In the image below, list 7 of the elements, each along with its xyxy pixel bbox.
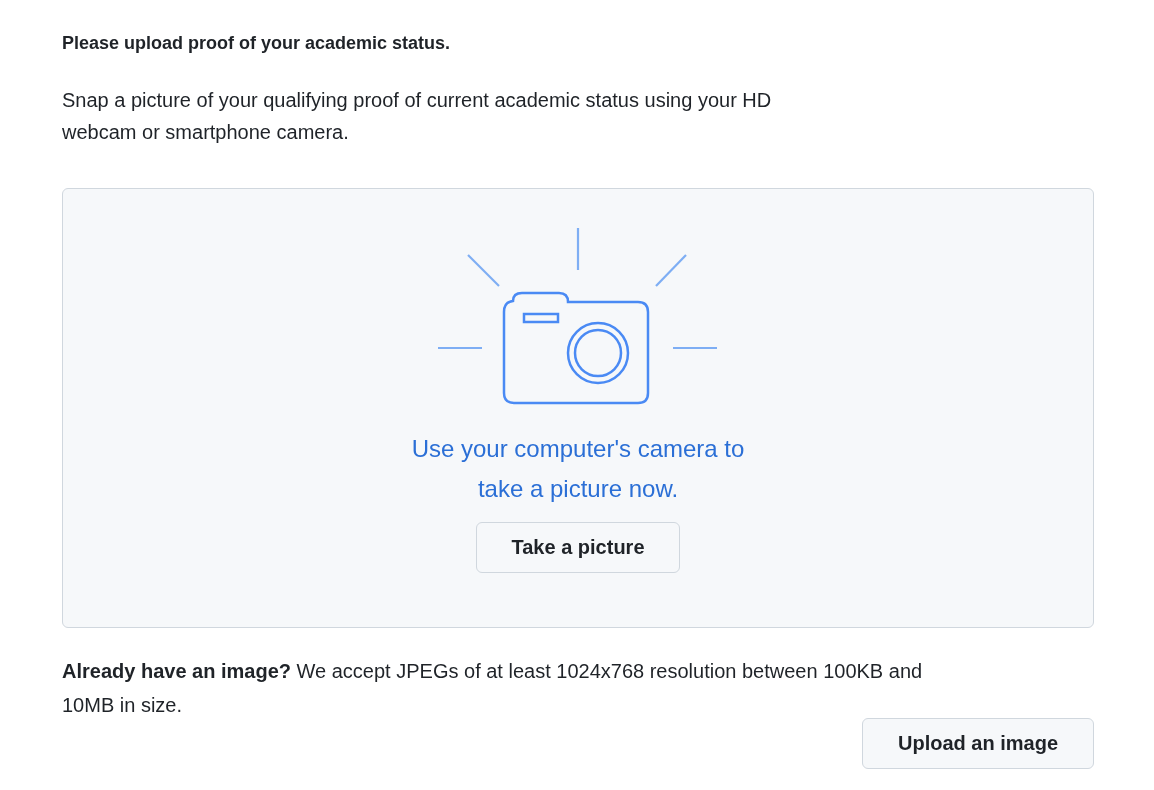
upload-info-text: Already have an image? We accept JPEGs of at least 1024x768 resolution between 100KB and 10MB in size.	[62, 660, 923, 716]
camera-prompt: Use your computer's camera to take a picture now.	[410, 434, 746, 504]
instructions-text: Snap a picture of your qualifying proof of current academic status using your HD webcam or smartphone camera.	[62, 88, 773, 145]
camera-icon	[437, 228, 719, 406]
upload-image-button[interactable]: Upload an image	[861, 718, 1094, 769]
page-heading: Please upload proof of your academic status.	[62, 32, 451, 55]
take-picture-button[interactable]: Take a picture	[476, 522, 680, 573]
